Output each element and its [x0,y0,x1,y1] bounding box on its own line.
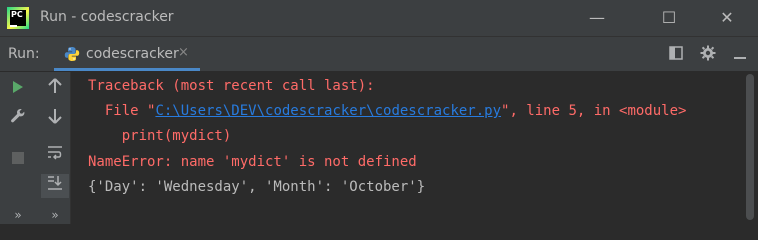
more-left-icon[interactable]: » [7,204,29,226]
window-title: Run - codescracker [40,9,174,25]
scroll-to-end-icon[interactable] [41,174,69,198]
scrollbar-thumb[interactable] [746,74,754,220]
python-icon [64,47,80,61]
console-output[interactable]: Traceback (most recent call last): File … [71,72,743,224]
run-toolbar: Run: codescracker × [0,36,758,72]
more-right-icon[interactable]: » [44,204,66,226]
close-window-button[interactable]: ✕ [704,0,750,36]
file-prefix: File " [88,103,156,119]
layout-icon[interactable] [666,45,686,65]
gear-icon[interactable] [698,45,718,65]
tab-label: codescracker [86,46,179,62]
run-gutter: » » [0,72,71,224]
wrench-icon[interactable] [7,108,29,130]
minimize-window-button[interactable]: — [574,0,620,36]
vertical-scrollbar[interactable] [743,72,758,224]
close-icon: ✕ [720,8,734,27]
traceback-code-line: print(mydict) [88,128,232,144]
tab-codescracker[interactable]: codescracker × [54,37,200,71]
run-label: Run: [8,46,40,62]
stop-icon[interactable] [7,148,29,170]
program-output: {'Day': 'Wednesday', 'Month': 'October'} [88,179,426,195]
minimize-panel-icon[interactable] [730,45,750,65]
minimize-icon: — [589,8,605,27]
app-icon-label: PC [11,10,23,19]
soft-wrap-icon[interactable] [44,144,66,166]
maximize-window-button[interactable]: ☐ [646,0,692,36]
arrow-down-icon[interactable] [44,108,66,130]
file-path-link[interactable]: C:\Users\DEV\codescracker\codescracker.p… [155,103,501,119]
maximize-icon: ☐ [661,8,677,27]
error-message: NameError: name 'mydict' is not defined [88,154,417,170]
traceback-file-line: File "C:\Users\DEV\codescracker\codescra… [88,101,687,121]
pycharm-icon: PC [7,7,29,29]
traceback-header: Traceback (most recent call last): [88,78,375,94]
arrow-up-icon[interactable] [44,78,66,100]
tab-close-icon[interactable]: × [178,45,189,60]
file-suffix: ", line 5, in <module> [501,103,687,119]
run-icon[interactable] [7,78,29,100]
title-bar: PC Run - codescracker — ☐ ✕ [0,0,758,36]
